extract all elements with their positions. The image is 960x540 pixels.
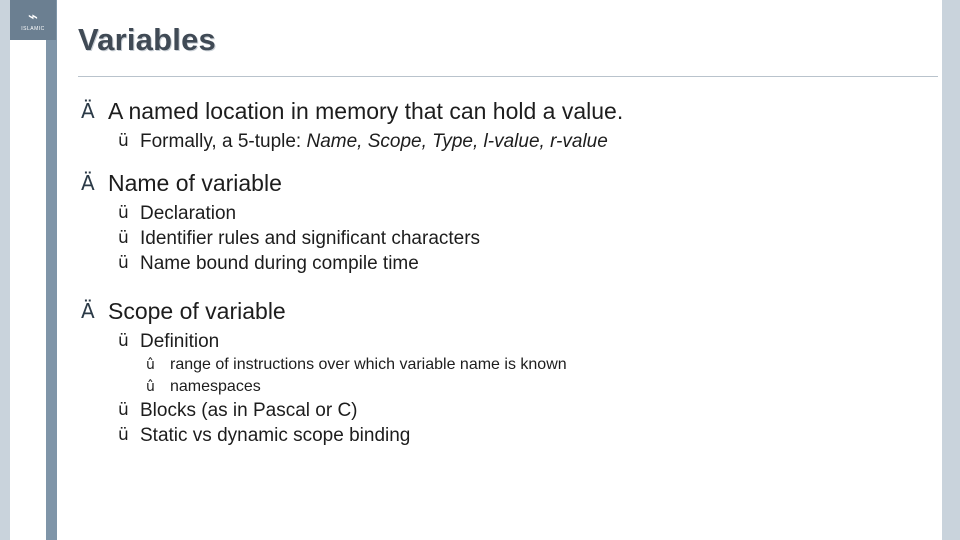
bullet-text: Name bound during compile time xyxy=(140,253,419,274)
bullet-marker-level3-icon: û xyxy=(146,357,155,373)
left-accent-gap xyxy=(10,0,46,540)
bullet-level2-identifier-rules: ü Identifier rules and significant chara… xyxy=(78,226,938,251)
bullet-marker-level2-icon: ü xyxy=(118,400,129,420)
bullet-level1-name: Ä Name of variable xyxy=(78,168,938,198)
bullet-level3-range: û range of instructions over which varia… xyxy=(78,354,938,376)
bullet-level2-definition: ü Definition xyxy=(78,329,938,354)
bullet-marker-level1-icon: Ä xyxy=(81,171,95,195)
bullet-level1-scope: Ä Scope of variable xyxy=(78,296,938,326)
title-divider xyxy=(78,76,938,77)
bullet-text-prefix: Formally, a 5-tuple: xyxy=(140,131,307,152)
bullet-marker-level1-icon: Ä xyxy=(81,99,95,123)
bullet-marker-level2-icon: ü xyxy=(118,331,129,351)
bullet-marker-level2-icon: ü xyxy=(118,228,129,248)
bullet-text: Static vs dynamic scope binding xyxy=(140,425,411,446)
bullet-text: range of instructions over which variabl… xyxy=(170,356,567,373)
bullet-text: Name of variable xyxy=(108,170,282,196)
bullet-text: Scope of variable xyxy=(108,298,286,324)
bullet-level2-scope-binding: ü Static vs dynamic scope binding xyxy=(78,423,938,448)
bullet-level2-name-binding: ü Name bound during compile time xyxy=(78,251,938,276)
left-accent-bar-outer xyxy=(0,0,10,540)
bullet-text-tuple: Name, Scope, Type, l-value, r-value xyxy=(306,131,608,152)
bullet-level2-formally: ü Formally, a 5-tuple: Name, Scope, Type… xyxy=(78,129,938,154)
bullet-text: A named location in memory that can hold… xyxy=(108,98,624,124)
bullet-marker-level2-icon: ü xyxy=(118,253,129,273)
bullet-level2-declaration: ü Declaration xyxy=(78,201,938,226)
bullet-text: namespaces xyxy=(170,378,261,395)
bullet-text: Blocks (as in Pascal or C) xyxy=(140,400,358,421)
right-accent-bar xyxy=(942,0,960,540)
bullet-marker-level3-icon: û xyxy=(146,379,155,395)
left-accent-bar-inner xyxy=(46,0,57,540)
bullet-marker-level1-icon: Ä xyxy=(81,299,95,323)
institution-logo: ⌁ ISLAMIC xyxy=(10,0,56,40)
page-title: Variables xyxy=(78,22,216,57)
bullet-marker-level2-icon: ü xyxy=(118,203,129,223)
bullet-text: Definition xyxy=(140,331,220,352)
bullet-level2-blocks: ü Blocks (as in Pascal or C) xyxy=(78,398,938,423)
logo-caption: ISLAMIC xyxy=(21,25,45,32)
bullet-level3-namespaces: û namespaces xyxy=(78,376,938,398)
slide: ⌁ ISLAMIC Variables Ä A named location i… xyxy=(0,0,960,540)
bullet-text: Declaration xyxy=(140,203,237,224)
bullet-text: Identifier rules and significant charact… xyxy=(140,228,481,249)
bullet-level1-definition: Ä A named location in memory that can ho… xyxy=(78,96,938,126)
slide-content: Ä A named location in memory that can ho… xyxy=(78,88,938,448)
logo-glyph-icon: ⌁ xyxy=(27,6,39,27)
bullet-marker-level2-icon: ü xyxy=(118,131,129,151)
bullet-marker-level2-icon: ü xyxy=(118,425,129,445)
